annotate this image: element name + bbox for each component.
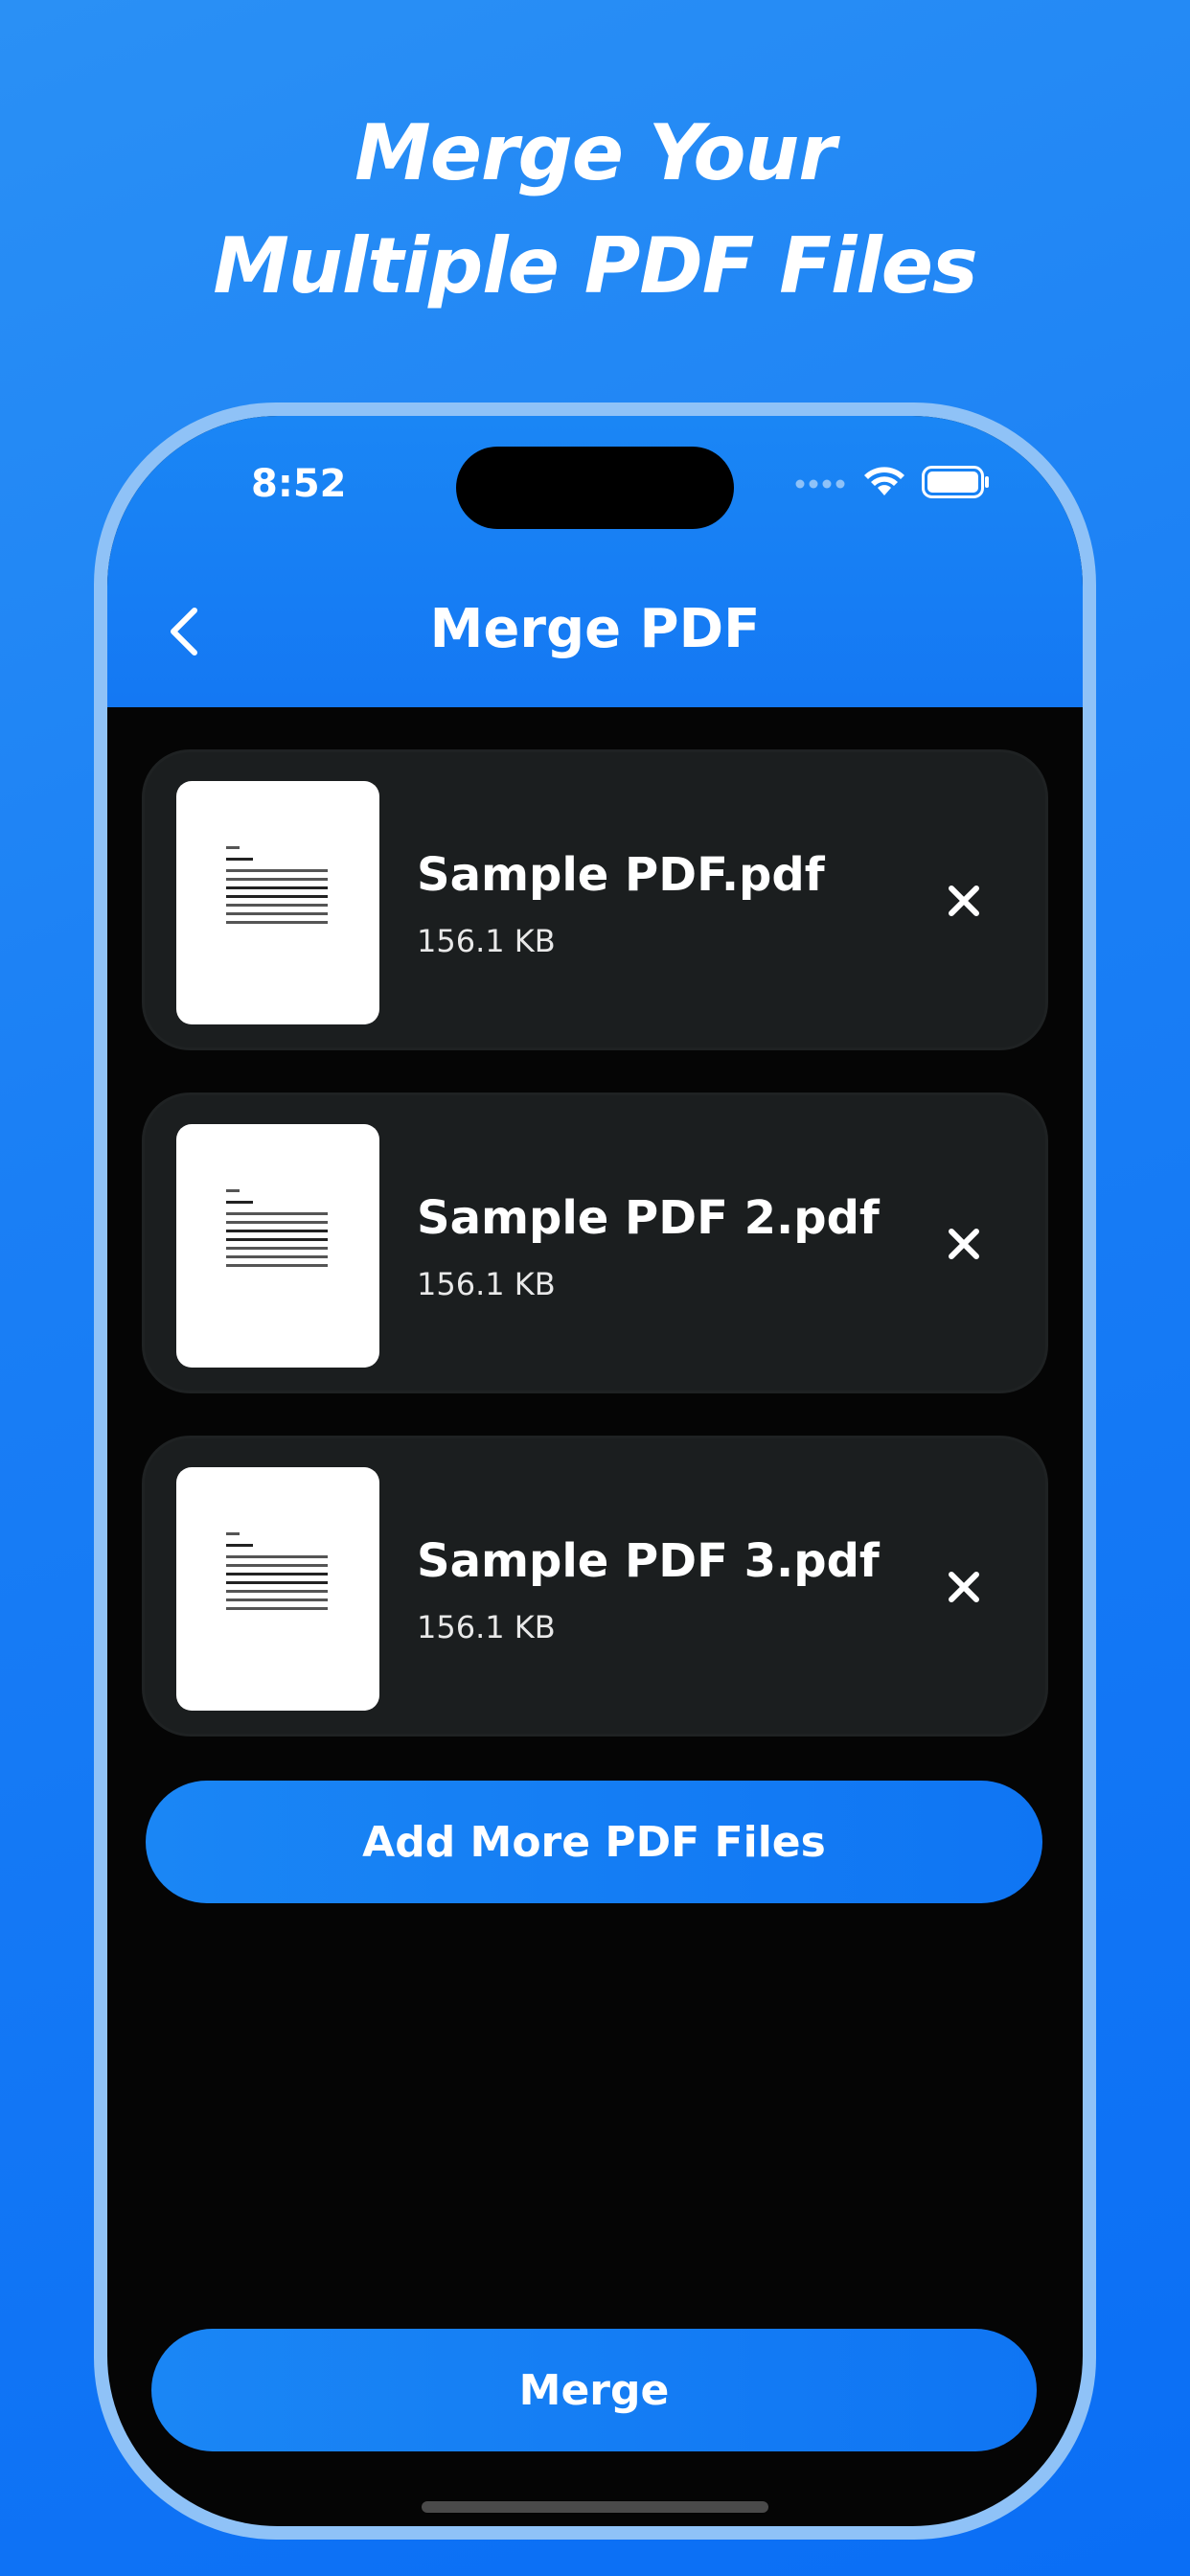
merge-button[interactable]: Merge bbox=[151, 2329, 1037, 2451]
pdf-thumbnail bbox=[176, 1467, 379, 1711]
phone-screen: 8:52 Merge PDF Sample PDF.pdf 156.1 KB S… bbox=[107, 416, 1083, 2526]
promo-headline-line2: Multiple PDF Files bbox=[213, 221, 977, 310]
remove-file-button[interactable] bbox=[940, 1220, 988, 1268]
file-name: Sample PDF.pdf bbox=[417, 848, 825, 902]
home-indicator bbox=[422, 2501, 768, 2513]
pdf-thumbnail bbox=[176, 1124, 379, 1368]
close-icon bbox=[949, 1572, 979, 1602]
page-title: Merge PDF bbox=[429, 598, 761, 660]
pdf-file-card[interactable]: Sample PDF 2.pdf 156.1 KB bbox=[142, 1092, 1048, 1393]
file-size: 156.1 KB bbox=[417, 923, 556, 959]
close-icon bbox=[949, 886, 979, 916]
status-time: 8:52 bbox=[251, 462, 347, 506]
pdf-file-list: Sample PDF.pdf 156.1 KB Sample PDF 2.pdf… bbox=[142, 749, 1048, 1779]
status-icons bbox=[795, 466, 991, 498]
dynamic-island bbox=[456, 447, 734, 529]
pdf-file-card[interactable]: Sample PDF 3.pdf 156.1 KB bbox=[142, 1436, 1048, 1736]
promo-headline-line1: Merge Your bbox=[355, 108, 836, 197]
remove-file-button[interactable] bbox=[940, 1563, 988, 1611]
remove-file-button[interactable] bbox=[940, 877, 988, 925]
wifi-icon bbox=[864, 467, 904, 495]
file-name: Sample PDF 3.pdf bbox=[417, 1534, 880, 1588]
file-name: Sample PDF 2.pdf bbox=[417, 1191, 880, 1245]
signal-icon bbox=[795, 479, 845, 489]
file-size: 156.1 KB bbox=[417, 1609, 556, 1645]
file-size: 156.1 KB bbox=[417, 1266, 556, 1302]
pdf-thumbnail bbox=[176, 781, 379, 1024]
battery-icon bbox=[922, 466, 989, 498]
add-more-pdf-files-button[interactable]: Add More PDF Files bbox=[146, 1781, 1042, 1903]
close-icon bbox=[949, 1229, 979, 1259]
nav-header: 8:52 Merge PDF bbox=[107, 416, 1083, 707]
pdf-file-card[interactable]: Sample PDF.pdf 156.1 KB bbox=[142, 749, 1048, 1050]
